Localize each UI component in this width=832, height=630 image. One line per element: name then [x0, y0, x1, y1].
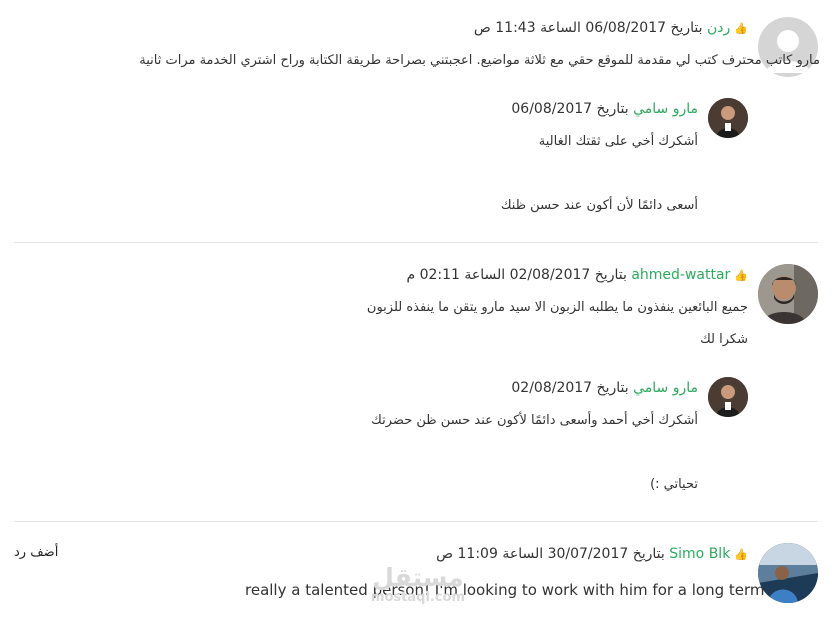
comment-divider	[14, 242, 818, 243]
comment-text-line: شكرا لك	[700, 332, 748, 347]
reply-text-line: أشكرك أخي على ثقتك الغالية	[538, 134, 698, 149]
reply-text-line: تحياتي :)	[650, 477, 698, 492]
comment-time: 11:43	[495, 20, 536, 36]
thumbs-up-icon: 👍	[734, 22, 748, 35]
date-prefix: بتاريخ	[596, 101, 629, 117]
comment-period: ص	[473, 20, 491, 36]
comment-time: 02:11	[419, 267, 460, 283]
add-reply-link[interactable]: أضف رد	[14, 545, 58, 560]
author-link[interactable]: Simo Blk	[669, 546, 730, 562]
comment-period: م	[406, 267, 416, 283]
author-link[interactable]: ردن	[707, 20, 730, 36]
thumbs-up-icon: 👍	[734, 269, 748, 282]
reply-text-line: أسعى دائمًا لأن أكون عند حسن ظنك	[500, 198, 698, 213]
comment-date: 30/07/2017	[547, 546, 629, 562]
reply-meta: مارو سامي بتاريخ 06/08/2017	[511, 100, 698, 118]
user-photo-icon	[758, 264, 818, 324]
comment-time: 11:09	[457, 546, 498, 562]
date-prefix: بتاريخ	[632, 546, 665, 562]
user-photo-icon	[708, 98, 748, 138]
date-prefix: بتاريخ	[596, 380, 629, 396]
user-photo-icon	[708, 377, 748, 417]
watermark-latin: mostaql.com	[370, 590, 466, 605]
comment-meta: 👍 Simo Blk بتاريخ 30/07/2017 الساعة 11:09…	[436, 545, 748, 564]
time-prefix: الساعة	[540, 20, 581, 36]
date-prefix: بتاريخ	[594, 267, 627, 283]
avatar-maro[interactable]	[708, 377, 748, 417]
time-prefix: الساعة	[502, 546, 544, 562]
comment-meta: 👍 ردن بتاريخ 06/08/2017 الساعة 11:43 ص	[474, 19, 748, 38]
author-link[interactable]: مارو سامي	[633, 101, 698, 117]
time-prefix: الساعة	[464, 267, 506, 283]
avatar-maro[interactable]	[708, 98, 748, 138]
avatar-ahmed[interactable]	[758, 264, 818, 324]
comment-date: 06/08/2017	[585, 20, 667, 36]
user-photo-icon	[758, 543, 818, 603]
comments-section: 👍ردن بتاريخ 06/08/2017 الساعة 11:43 ص ما…	[0, 0, 832, 630]
comment-text-line: جميع البائعين ينفذون ما يطلبه الزبون الا…	[366, 300, 748, 315]
watermark-arabic: مستقل	[372, 563, 464, 592]
reply-date: 06/08/2017	[511, 101, 593, 117]
reply-text-line: أشكرك أخي أحمد وأسعى دائمًا لأكون عند حس…	[371, 413, 698, 428]
site-watermark: مستقل mostaql.com	[368, 565, 468, 605]
thumbs-up-icon: 👍	[734, 548, 748, 561]
comment-text: really a talented person! I'm looking to…	[245, 581, 765, 599]
author-link[interactable]: ahmed-wattar	[631, 267, 730, 283]
comment-divider	[14, 521, 818, 522]
comment-period: ص	[436, 546, 454, 562]
reply-meta: مارو سامي بتاريخ 02/08/2017	[511, 379, 698, 397]
reply-date: 02/08/2017	[511, 380, 593, 396]
author-link[interactable]: مارو سامي	[633, 380, 698, 396]
comment-date: 02/08/2017	[509, 267, 591, 283]
comment-text: مارو كاتب محترف كتب لي مقدمة للموقع حقي …	[139, 53, 820, 68]
avatar-simo[interactable]	[758, 543, 818, 603]
comment-meta: 👍 ahmed-wattar بتاريخ 02/08/2017 الساعة 0…	[406, 266, 748, 285]
date-prefix: بتاريخ	[670, 20, 703, 36]
